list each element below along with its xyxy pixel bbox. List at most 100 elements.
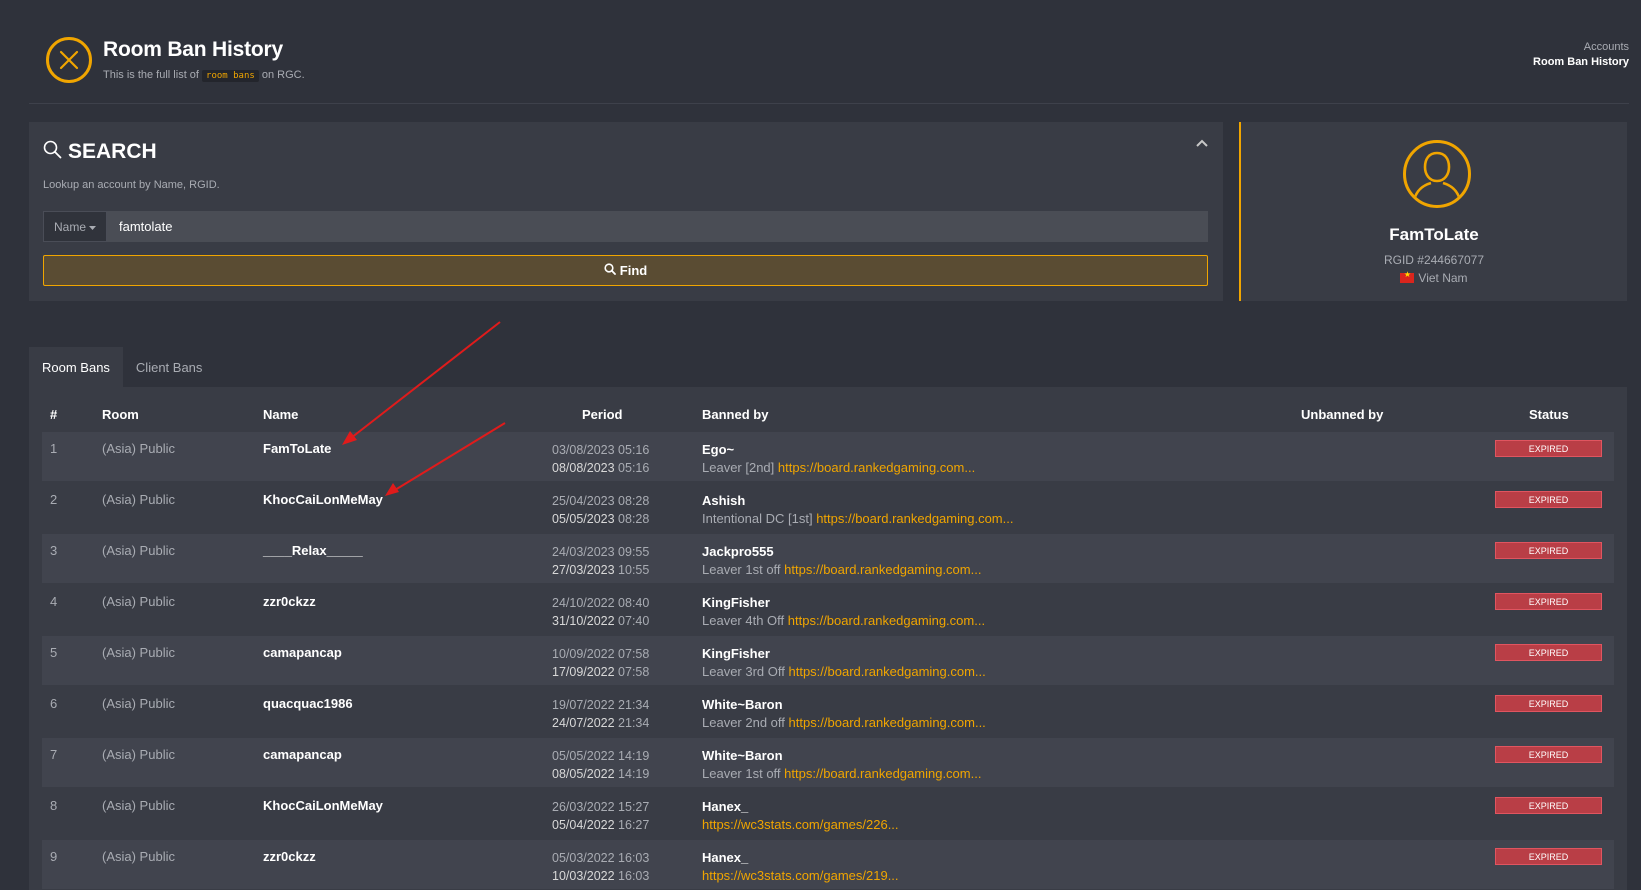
- status-badge: EXPIRED: [1495, 848, 1602, 865]
- vietnam-flag-icon: [1400, 270, 1415, 283]
- table-row: 5 (Asia) Public camapancap 10/09/2022 07:58…: [42, 636, 1614, 685]
- find-button[interactable]: Find: [43, 255, 1208, 286]
- evidence-link[interactable]: https://board.rankedgaming.com...: [784, 766, 981, 781]
- subtitle-suffix: on RGC.: [261, 69, 305, 81]
- row-player-name[interactable]: zzr0ckzz: [263, 849, 316, 864]
- start-time: 14:19: [618, 749, 650, 763]
- subtitle-prefix: This is the full list of: [103, 69, 199, 81]
- end-time: 21:34: [618, 716, 650, 730]
- start-date: 24/10/2022: [552, 596, 615, 610]
- evidence-link[interactable]: https://wc3stats.com/games/219...: [702, 868, 899, 883]
- search-hint: Lookup an account by Name, RGID.: [43, 179, 220, 191]
- page-title: Room Ban History: [103, 38, 283, 61]
- banned-by-name[interactable]: Hanex_: [702, 798, 899, 816]
- start-date: 25/04/2023: [552, 494, 615, 508]
- row-banned-by: KingFisher Leaver 3rd Off https://board.r…: [702, 645, 986, 681]
- table-row: 8 (Asia) Public KhocCaiLonMeMay 26/03/2022 …: [42, 789, 1614, 838]
- start-date: 24/03/2023: [552, 545, 615, 559]
- row-banned-by: Jackpro555 Leaver 1st off https://board.r…: [702, 543, 981, 579]
- end-time: 05:16: [618, 461, 650, 475]
- row-number: 8: [50, 798, 58, 813]
- table-row: 2 (Asia) Public KhocCaiLonMeMay 25/04/2023 …: [42, 483, 1614, 532]
- evidence-link[interactable]: https://board.rankedgaming.com...: [789, 664, 986, 679]
- profile-panel: FamToLate RGID #244667077 Viet Nam: [1239, 122, 1627, 301]
- banned-by-name[interactable]: KingFisher: [702, 645, 986, 663]
- banned-by-name[interactable]: Ashish: [702, 492, 1013, 510]
- row-player-name[interactable]: KhocCaiLonMeMay: [263, 492, 383, 507]
- status-badge: EXPIRED: [1495, 695, 1602, 712]
- row-room: (Asia) Public: [102, 696, 175, 711]
- row-player-name[interactable]: quacquac1986: [263, 696, 353, 711]
- banned-by-name[interactable]: Ego~: [702, 441, 975, 459]
- banned-by-name[interactable]: Hanex_: [702, 849, 899, 867]
- banned-by-name[interactable]: White~Baron: [702, 747, 981, 765]
- search-icon: [604, 263, 616, 278]
- profile-name: FamToLate: [1389, 225, 1479, 244]
- banned-by-name[interactable]: Jackpro555: [702, 543, 981, 561]
- end-date: 08/08/2023: [552, 461, 615, 475]
- tab-bar: Room Bans Client Bans: [29, 347, 215, 387]
- evidence-link[interactable]: https://board.rankedgaming.com...: [816, 511, 1013, 526]
- table-row: 9 (Asia) Public zzr0ckzz 05/03/2022 16:03 10…: [42, 840, 1614, 889]
- row-player-name[interactable]: KhocCaiLonMeMay: [263, 798, 383, 813]
- end-date: 05/04/2022: [552, 818, 615, 832]
- evidence-link[interactable]: https://board.rankedgaming.com...: [778, 460, 975, 475]
- end-time: 10:55: [618, 563, 650, 577]
- row-period: 03/08/2023 05:16 08/08/2023 05:16: [552, 441, 649, 477]
- end-date: 10/03/2022: [552, 869, 615, 883]
- row-banned-by: Hanex_ https://wc3stats.com/games/226...: [702, 798, 899, 834]
- evidence-link[interactable]: https://wc3stats.com/games/226...: [702, 817, 899, 832]
- row-room: (Asia) Public: [102, 543, 175, 558]
- start-date: 19/07/2022: [552, 698, 615, 712]
- row-player-name[interactable]: camapancap: [263, 747, 342, 762]
- close-circle-icon: [46, 37, 92, 83]
- find-button-label: Find: [619, 263, 648, 278]
- table-header: # Room Name Period Banned by Unbanned by…: [42, 387, 1614, 432]
- end-time: 07:58: [618, 665, 650, 679]
- column-banned-by: Banned by: [702, 407, 769, 422]
- start-time: 16:03: [618, 851, 650, 865]
- row-player-name[interactable]: zzr0ckzz: [263, 594, 316, 609]
- search-field-select[interactable]: Name: [43, 211, 107, 242]
- column-period: Period: [582, 407, 623, 422]
- end-date: 05/05/2023: [552, 512, 615, 526]
- status-badge: EXPIRED: [1495, 644, 1602, 661]
- evidence-link[interactable]: https://board.rankedgaming.com...: [789, 715, 986, 730]
- tab-room-bans[interactable]: Room Bans: [29, 347, 123, 387]
- tab-client-bans[interactable]: Client Bans: [123, 347, 215, 387]
- search-input[interactable]: [107, 211, 1208, 242]
- ban-reason: Leaver 4th Off: [702, 613, 785, 628]
- column-unbanned-by: Unbanned by: [1301, 407, 1384, 422]
- row-number: 3: [50, 543, 58, 558]
- banned-by-name[interactable]: KingFisher: [702, 594, 985, 612]
- start-date: 10/09/2022: [552, 647, 615, 661]
- profile-rgid: RGID #244667077: [1383, 253, 1485, 267]
- row-banned-by: Hanex_ https://wc3stats.com/games/219...: [702, 849, 899, 885]
- breadcrumb-accounts[interactable]: Accounts: [1533, 40, 1629, 55]
- end-time: 08:28: [618, 512, 650, 526]
- row-player-name[interactable]: ____Relax_____: [263, 543, 363, 558]
- search-field-label: Name: [53, 219, 86, 234]
- breadcrumb-current: Room Ban History: [1533, 56, 1629, 68]
- status-badge: EXPIRED: [1495, 491, 1602, 508]
- row-player-name[interactable]: camapancap: [263, 645, 342, 660]
- start-date: 26/03/2022: [552, 800, 615, 814]
- search-icon: [43, 140, 62, 164]
- evidence-link[interactable]: https://board.rankedgaming.com...: [784, 562, 981, 577]
- status-badge: EXPIRED: [1495, 440, 1602, 457]
- chevron-up-icon[interactable]: [1193, 134, 1211, 152]
- row-banned-by: KingFisher Leaver 4th Off https://board.r…: [702, 594, 985, 630]
- evidence-link[interactable]: https://board.rankedgaming.com...: [788, 613, 985, 628]
- row-player-name[interactable]: FamToLate: [263, 441, 331, 456]
- table-row: 1 (Asia) Public FamToLate 03/08/2023 05:16 0…: [42, 432, 1614, 481]
- row-period: 05/05/2022 14:19 08/05/2022 14:19: [552, 747, 649, 783]
- ban-reason: Leaver 2nd off: [702, 715, 785, 730]
- start-time: 09:55: [618, 545, 650, 559]
- row-number: 4: [50, 594, 58, 609]
- row-number: 6: [50, 696, 58, 711]
- breadcrumb: Accounts Room Ban History: [1533, 40, 1629, 70]
- page-subtitle: This is the full list of room bans on RG…: [103, 69, 305, 82]
- row-period: 05/03/2022 16:03 10/03/2022 16:03: [552, 849, 649, 885]
- end-date: 27/03/2023: [552, 563, 615, 577]
- banned-by-name[interactable]: White~Baron: [702, 696, 986, 714]
